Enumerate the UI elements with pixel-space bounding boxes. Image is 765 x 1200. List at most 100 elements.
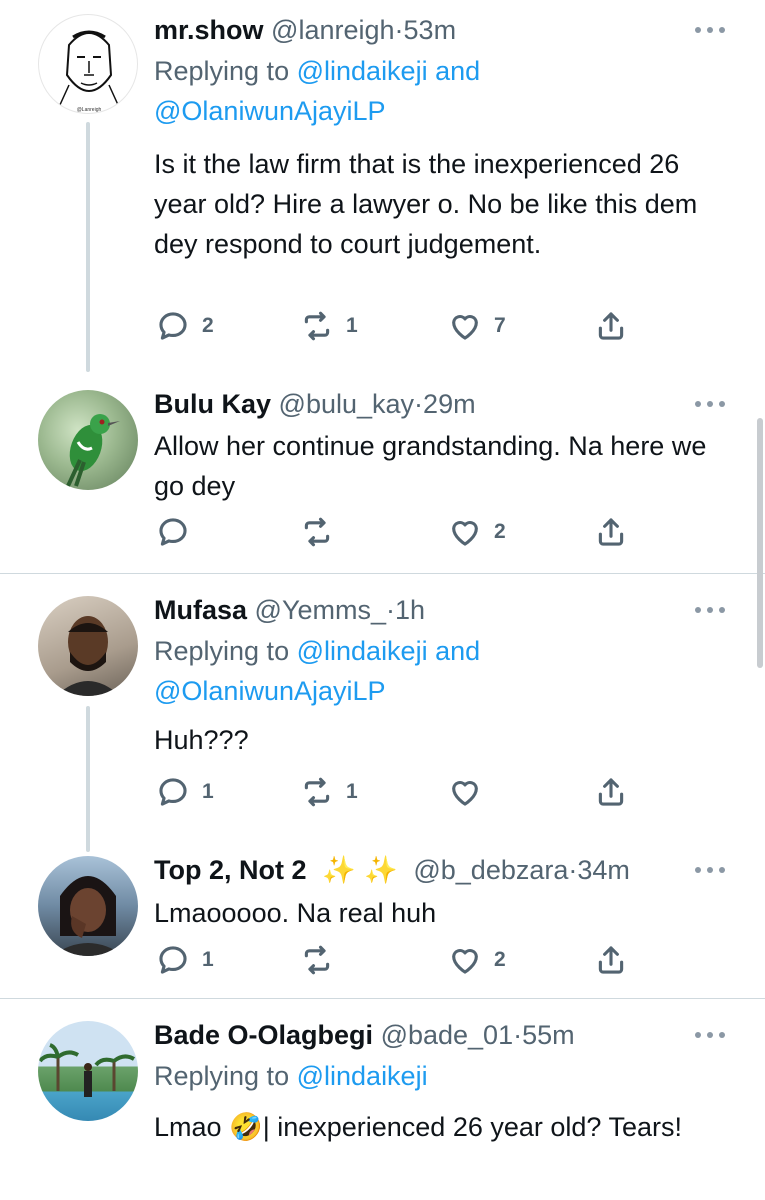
- more-options-icon[interactable]: [695, 1031, 725, 1039]
- rofl-emoji: 🤣: [229, 1112, 263, 1143]
- heart-icon: [452, 520, 478, 546]
- avatar[interactable]: [38, 390, 138, 490]
- heart-icon: [452, 948, 478, 974]
- more-options-icon[interactable]: [695, 400, 725, 408]
- tweet-text: Huh???: [154, 725, 249, 755]
- timestamp[interactable]: 55m: [522, 1020, 575, 1050]
- tweet-text: Lmaooooo. Na real huh: [154, 898, 437, 928]
- heart-icon: [452, 780, 478, 806]
- reply-button[interactable]: 1: [156, 774, 214, 810]
- like-button[interactable]: [448, 774, 494, 810]
- mention-link[interactable]: @lindaikeji and: [297, 636, 481, 666]
- reply-count: 1: [202, 780, 214, 803]
- share-icon: [598, 518, 624, 546]
- divider: [0, 573, 765, 574]
- retweet-count: 1: [346, 780, 358, 803]
- reply-button[interactable]: 1: [156, 942, 214, 978]
- retweet-button[interactable]: 1: [300, 308, 358, 344]
- timestamp[interactable]: 29m: [423, 389, 476, 419]
- reply-count: 1: [202, 948, 214, 971]
- reply-button[interactable]: [156, 514, 202, 550]
- scrollbar[interactable]: [757, 418, 763, 668]
- person-icon: [56, 616, 120, 696]
- bird-icon: [66, 414, 120, 487]
- retweet-icon: [304, 945, 330, 975]
- person-icon: [52, 876, 124, 956]
- display-name[interactable]: mr.show: [154, 15, 264, 45]
- user-handle[interactable]: @lanreigh: [271, 15, 394, 45]
- sparkles-emoji: ✨ ✨: [322, 855, 398, 886]
- more-options-icon[interactable]: [695, 866, 725, 874]
- share-button[interactable]: [594, 774, 628, 810]
- replying-to: Replying to @lindaikeji and: [154, 50, 713, 92]
- timestamp[interactable]: 53m: [404, 15, 457, 45]
- reply-icon: [159, 518, 187, 546]
- display-name[interactable]: Top 2, Not 2: [154, 855, 307, 885]
- timestamp[interactable]: 1h: [395, 595, 425, 625]
- display-name[interactable]: Bulu Kay: [154, 389, 271, 419]
- more-options-icon[interactable]: [695, 606, 725, 614]
- display-name[interactable]: Bade O-Olagbegi: [154, 1020, 373, 1050]
- user-handle[interactable]: @bade_01: [381, 1020, 514, 1050]
- mention-link[interactable]: @lindaikeji: [297, 1061, 428, 1091]
- avatar[interactable]: @Lanreigh: [38, 14, 138, 114]
- retweet-icon: [304, 311, 330, 341]
- tweet-header: Mufasa @Yemms_·1h: [154, 590, 713, 630]
- retweet-button[interactable]: 1: [300, 774, 358, 810]
- thread-line: [86, 122, 90, 372]
- like-count: 2: [494, 520, 506, 543]
- reply-button[interactable]: 2: [156, 308, 214, 344]
- avatar[interactable]: [38, 1021, 138, 1121]
- tweet-header: Bulu Kay @bulu_kay·29m: [154, 384, 713, 424]
- replying-to-label: Replying to: [154, 56, 290, 86]
- mention-link[interactable]: @lindaikeji and: [297, 56, 481, 86]
- replying-to-label: Replying to: [154, 1061, 290, 1091]
- separator-dot: ·: [513, 1020, 523, 1050]
- tweet-header: Top 2, Not 2 ✨ ✨ @b_debzara·34m: [154, 850, 713, 891]
- retweet-icon: [304, 517, 330, 547]
- share-button[interactable]: [594, 514, 628, 550]
- like-count: 2: [494, 948, 506, 971]
- like-count: 7: [494, 314, 506, 337]
- like-button[interactable]: 7: [448, 308, 506, 344]
- tweet-header: mr.show @lanreigh·53m: [154, 10, 713, 50]
- share-button[interactable]: [594, 942, 628, 978]
- user-handle[interactable]: @b_debzara: [413, 855, 568, 885]
- separator-dot: ·: [414, 389, 424, 419]
- user-handle[interactable]: @bulu_kay: [279, 389, 415, 419]
- more-options-icon[interactable]: [695, 26, 725, 34]
- reply-count: 2: [202, 314, 214, 337]
- palm-beach-icon: [38, 1043, 136, 1097]
- avatar[interactable]: [38, 596, 138, 696]
- mention-link[interactable]: @OlaniwunAjayiLP: [154, 96, 386, 126]
- avatar[interactable]: [38, 856, 138, 956]
- thread-line: [86, 706, 90, 852]
- replying-to: Replying to @lindaikeji: [154, 1055, 713, 1097]
- share-icon: [598, 312, 624, 340]
- retweet-count: 1: [346, 314, 358, 337]
- heart-icon: [452, 314, 478, 340]
- svg-text:@Lanreigh: @Lanreigh: [77, 107, 102, 113]
- user-handle[interactable]: @Yemms_: [255, 595, 386, 625]
- timestamp[interactable]: 34m: [577, 855, 630, 885]
- tweet-text-start: Lmao: [154, 1112, 222, 1142]
- share-icon: [598, 946, 624, 974]
- divider: [0, 998, 765, 999]
- retweet-icon: [304, 777, 330, 807]
- retweet-button[interactable]: [300, 942, 346, 978]
- like-button[interactable]: 2: [448, 514, 506, 550]
- like-button[interactable]: 2: [448, 942, 506, 978]
- display-name[interactable]: Mufasa: [154, 595, 247, 625]
- tweet-header: Bade O-Olagbegi @bade_01·55m: [154, 1015, 713, 1055]
- reply-icon: [159, 946, 187, 974]
- reply-icon: [159, 778, 187, 806]
- separator-dot: ·: [394, 15, 404, 45]
- separator-dot: ·: [386, 595, 396, 625]
- share-button[interactable]: [594, 308, 628, 344]
- replying-to: Replying to @lindaikeji and: [154, 630, 713, 672]
- retweet-button[interactable]: [300, 514, 346, 550]
- tweet-text: Allow her continue grandstanding. Na her…: [154, 431, 707, 501]
- mention-link[interactable]: @OlaniwunAjayiLP: [154, 676, 386, 706]
- reply-icon: [159, 312, 187, 340]
- tweet-text-end: | inexperienced 26 year old? Tears!: [262, 1112, 682, 1142]
